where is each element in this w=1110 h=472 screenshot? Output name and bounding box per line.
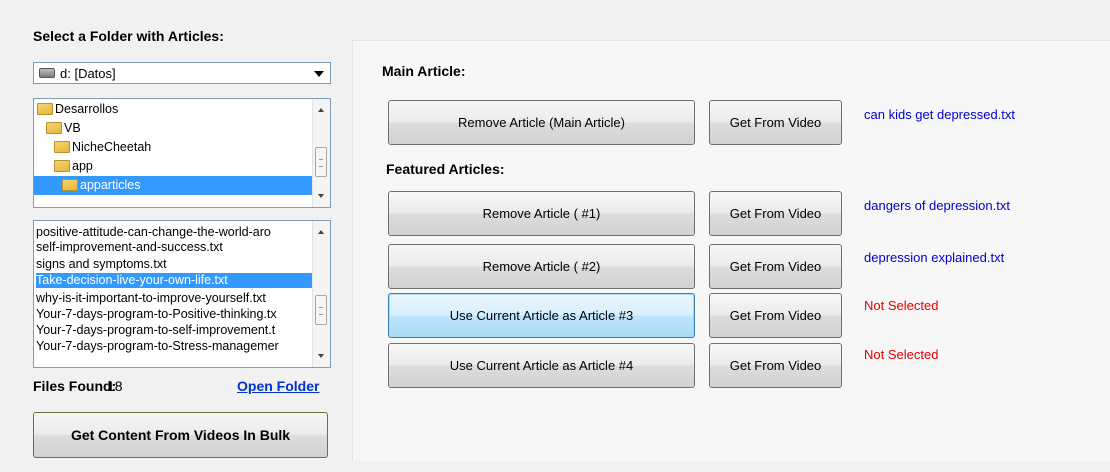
get-from-video-button-3[interactable]: Get From Video [709,293,842,338]
main-article-status: can kids get depressed.txt [864,107,1016,122]
tree-item-apparticles[interactable]: apparticles [34,176,313,195]
tree-item-label: apparticles [80,178,141,192]
article-4-status: Not Selected [864,347,939,362]
get-content-bulk-button[interactable]: Get Content From Videos In Bulk [33,412,328,458]
drive-select[interactable]: d: [Datos] [33,62,331,84]
tree-item-label: app [72,159,93,173]
drive-icon [39,68,55,78]
main-article-heading: Main Article: [382,63,466,79]
scroll-up-icon[interactable] [318,108,324,112]
tree-item-label: NicheCheetah [72,140,152,154]
scroll-thumb[interactable] [315,147,327,177]
file-list-item[interactable]: Your-7-days-program-to-Stress-managemer [36,339,313,354]
scroll-down-icon[interactable] [318,354,324,358]
open-folder-link[interactable]: Open Folder [237,378,319,394]
get-from-video-button-main[interactable]: Get From Video [709,100,842,145]
file-list-item[interactable]: Your-7-days-program-to-Positive-thinking… [36,307,313,322]
get-from-video-button-1[interactable]: Get From Video [709,191,842,236]
folder-open-icon [37,102,53,115]
folder-tree[interactable]: Desarrollos VB NicheCheetah app appartic… [33,98,331,208]
folder-section-title: Select a Folder with Articles: [33,28,224,44]
file-list-item[interactable]: Your-7-days-program-to-self-improvement.… [36,323,313,338]
remove-main-article-button[interactable]: Remove Article (Main Article) [388,100,695,145]
get-from-video-button-4[interactable]: Get From Video [709,343,842,388]
article-2-status: depression explained.txt [864,250,1005,265]
get-from-video-button-2[interactable]: Get From Video [709,244,842,289]
tree-item-vb[interactable]: VB [46,119,81,138]
chevron-down-icon[interactable] [314,71,324,77]
scroll-up-icon[interactable] [318,230,324,234]
folder-open-icon [46,121,62,134]
remove-article-2-button[interactable]: Remove Article ( #2) [388,244,695,289]
tree-item-desarrollos[interactable]: Desarrollos [37,100,118,119]
files-found-label: Files Found: [33,378,117,394]
remove-article-1-button[interactable]: Remove Article ( #1) [388,191,695,236]
folder-open-icon [62,178,78,191]
file-list-item-selected[interactable]: Take-decision-live-your-own-life.txt [36,273,313,288]
files-found-count: 18 [107,378,123,394]
article-3-status: Not Selected [864,298,939,313]
use-current-article-3-button[interactable]: Use Current Article as Article #3 [388,293,695,338]
file-list-item[interactable]: positive-attitude-can-change-the-world-a… [36,225,313,240]
tree-item-app[interactable]: app [54,157,93,176]
file-list-item[interactable]: why-is-it-important-to-improve-yourself.… [36,291,313,306]
article-1-status: dangers of depression.txt [864,198,1010,213]
drive-select-value: d: [Datos] [60,66,116,81]
tree-item-label: VB [64,121,81,135]
tree-item-label: Desarrollos [55,102,119,116]
file-list-item[interactable]: signs and symptoms.txt [36,257,313,272]
folder-tree-scrollbar[interactable] [312,99,330,207]
use-current-article-4-button[interactable]: Use Current Article as Article #4 [388,343,695,388]
file-list[interactable]: positive-attitude-can-change-the-world-a… [33,220,331,368]
tree-item-nichecheetah[interactable]: NicheCheetah [54,138,151,157]
file-list-scrollbar[interactable] [312,221,330,367]
featured-articles-heading: Featured Articles: [386,161,505,177]
scroll-thumb[interactable] [315,295,327,325]
folder-open-icon [54,140,70,153]
scroll-down-icon[interactable] [318,194,324,198]
file-list-item[interactable]: self-improvement-and-success.txt [36,240,313,255]
folder-open-icon [54,159,70,172]
